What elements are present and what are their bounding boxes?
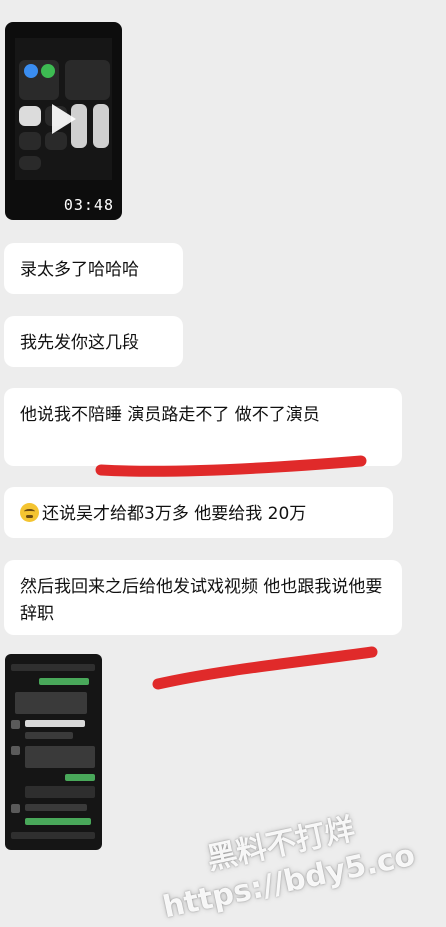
control-tile [19,106,41,126]
chat-row [11,832,95,839]
message-bubble[interactable]: 录太多了哈哈哈 [4,243,183,294]
control-tile [19,156,41,170]
video-message[interactable]: 03:48 [5,22,122,220]
avatar [11,720,20,729]
message-text: 录太多了哈哈哈 [20,260,139,280]
slider-tile [93,104,109,148]
message-bubble[interactable]: 他说我不陪睡 演员路走不了 做不了演员 [4,388,402,466]
message-text: 还说吴才给都3万多 他要给我 20万 [42,504,307,524]
chat-row [25,804,87,811]
chat-row [11,664,95,671]
chat-row [65,774,95,781]
control-dot [41,64,55,78]
chat-row [15,692,87,714]
message-text: 然后我回来之后给他发试戏视频 他也跟我说他要辞职 [20,577,383,624]
message-bubble[interactable]: 我先发你这几段 [4,316,183,367]
watermark: 黑料不打烊 https://bdy5.co [151,800,418,927]
message-bubble[interactable]: 然后我回来之后给他发试戏视频 他也跟我说他要辞职 [4,560,402,635]
red-underline-annotation [152,646,378,690]
control-tile [65,60,110,100]
chat-row [39,678,89,685]
screenshot-image-message[interactable] [5,654,102,850]
play-icon[interactable] [51,104,76,135]
control-dot [24,64,38,78]
chat-row [25,720,85,727]
avatar [11,804,20,813]
chat-row [25,746,95,768]
message-text: 他说我不陪睡 演员路走不了 做不了演员 [20,405,320,425]
message-text: 我先发你这几段 [20,333,139,353]
chat-row [25,818,91,825]
message-bubble[interactable]: 还说吴才给都3万多 他要给我 20万 [4,487,393,538]
crying-face-emoji-icon [20,503,39,522]
chat-row [25,732,73,739]
control-tile [19,132,41,150]
video-duration: 03:48 [63,196,114,214]
chat-row [25,786,95,798]
control-tile [45,132,67,150]
avatar [11,746,20,755]
